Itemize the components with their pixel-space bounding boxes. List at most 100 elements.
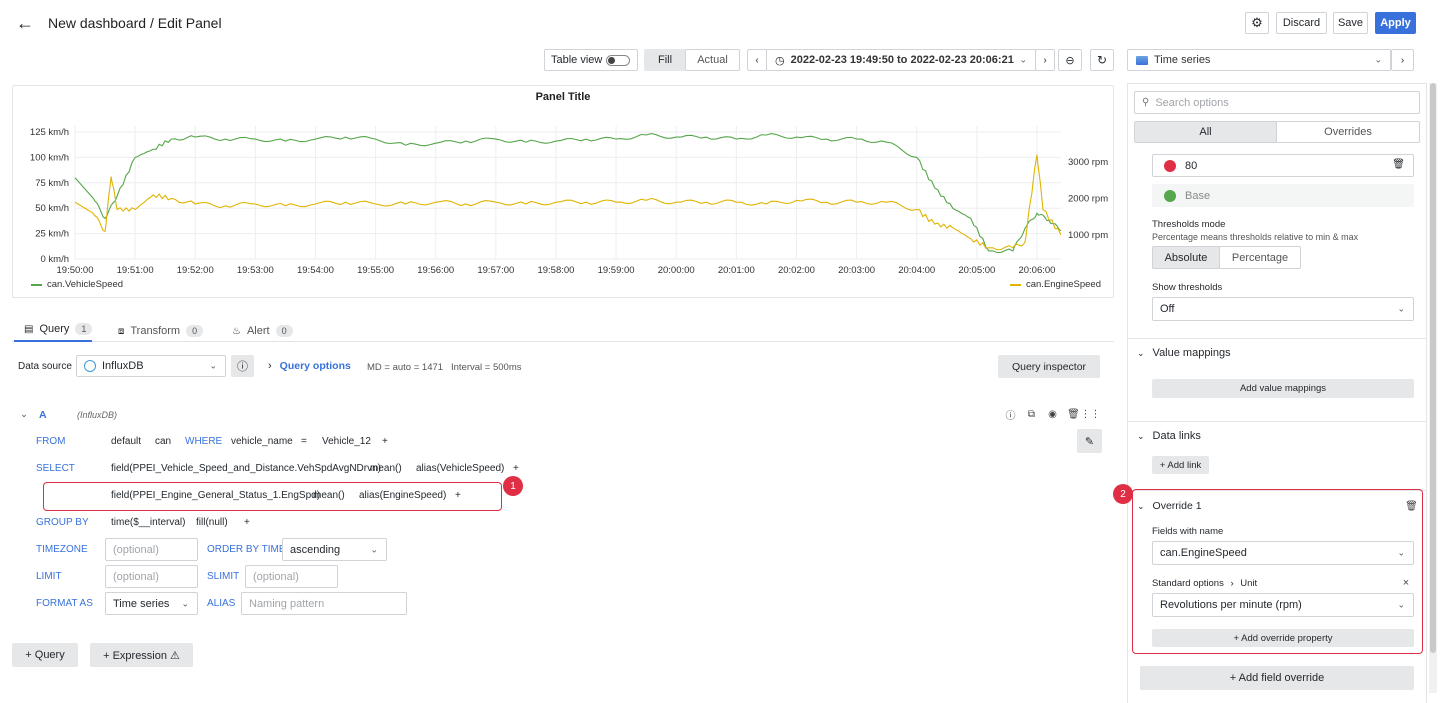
zoom-out-button[interactable]: ⊖ [1058, 49, 1082, 71]
query-inspector-button[interactable]: Query inspector [998, 355, 1100, 378]
add-where-button[interactable]: + [382, 436, 388, 447]
legend-engine-speed[interactable]: can.EngineSpeed [1009, 279, 1101, 290]
y-tick-label-left: 25 km/h [35, 229, 69, 240]
groupby-time[interactable]: time($__interval) [111, 517, 185, 528]
where-operator[interactable]: = [301, 436, 307, 447]
edit-raw-query-button[interactable]: ✎ [1077, 429, 1102, 453]
actual-button[interactable]: Actual [685, 49, 740, 71]
select-alias-1[interactable]: alias(VehicleSpeed) [416, 463, 504, 474]
settings-button[interactable]: ⚙ [1245, 12, 1269, 34]
query-ref[interactable]: A [39, 409, 47, 421]
slimit-input[interactable]: (optional) [245, 565, 338, 588]
chevron-down-icon: ⌄ [181, 598, 189, 608]
add-query-button[interactable]: + Query [12, 643, 78, 667]
data-source-select[interactable]: InfluxDB ⌄ [76, 355, 226, 377]
tab-transform[interactable]: ⧈ Transform 0 [118, 320, 204, 342]
tab-overrides[interactable]: Overrides [1276, 121, 1420, 143]
trash-icon[interactable]: 🗑 [1392, 159, 1405, 170]
threshold-value: 80 [1185, 159, 1198, 172]
format-as-keyword: FORMAT AS [36, 598, 93, 609]
trash-icon[interactable]: 🗑 [1067, 408, 1080, 421]
timezone-keyword: TIMEZONE [36, 544, 88, 555]
orderby-keyword: ORDER BY TIME [207, 544, 286, 555]
tab-query[interactable]: ▤ Query 1 [14, 320, 93, 342]
add-link-button[interactable]: + Add link [1152, 456, 1209, 474]
show-thresholds-select[interactable]: Off ⌄ [1152, 297, 1414, 321]
data-source-help-button[interactable]: ⓘ [231, 355, 254, 377]
threshold-row-red[interactable]: 80 🗑 [1152, 154, 1414, 177]
scrollbar[interactable] [1429, 83, 1437, 693]
refresh-button[interactable]: ↻ [1090, 49, 1114, 71]
thresholds-mode-label: Thresholds mode [1152, 219, 1226, 230]
select-field-1[interactable]: field(PPEI_Vehicle_Speed_and_Distance.Ve… [111, 463, 381, 474]
database-icon: ▤ [24, 323, 34, 335]
alias-input[interactable]: Naming pattern [241, 592, 407, 615]
x-tick-label: 19:56:00 [417, 265, 454, 276]
percentage-button[interactable]: Percentage [1219, 246, 1301, 269]
timezone-input[interactable]: (optional) [105, 538, 198, 561]
eye-icon[interactable]: ◉ [1046, 408, 1059, 421]
x-tick-label: 20:06:00 [1018, 265, 1055, 276]
select-aggregate-1[interactable]: mean() [370, 463, 402, 474]
from-measurement[interactable]: can [155, 436, 171, 447]
show-thresholds-label: Show thresholds [1152, 282, 1223, 293]
back-arrow-icon[interactable]: ← [14, 12, 36, 34]
time-series-chart[interactable]: 125 km/h 100 km/h 75 km/h 50 km/h 25 km/h 0 k… [13, 86, 1113, 297]
groupby-keyword: GROUP BY [36, 517, 89, 528]
query-options-toggle[interactable]: › Query options [268, 360, 351, 372]
fill-button[interactable]: Fill [644, 49, 686, 71]
chevron-right-icon: › [1400, 54, 1405, 66]
visualization-picker[interactable]: Time series ⌄ [1127, 49, 1391, 71]
thresholds-mode-desc: Percentage means thresholds relative to … [1152, 232, 1359, 242]
table-view-toggle[interactable]: Table view [544, 49, 638, 71]
where-key[interactable]: vehicle_name [231, 436, 293, 447]
time-range-label: 2022-02-23 19:49:50 to 2022-02-23 20:06:… [790, 54, 1014, 66]
add-groupby-button[interactable]: + [244, 517, 250, 528]
absolute-button[interactable]: Absolute [1152, 246, 1220, 269]
limit-keyword: LIMIT [36, 571, 62, 582]
tab-all[interactable]: All [1134, 121, 1277, 143]
query-options-label: Query options [279, 360, 351, 372]
add-expression-button[interactable]: + Expression ⚠ [90, 643, 193, 667]
influxdb-icon [84, 360, 96, 372]
tab-count: 1 [75, 323, 93, 335]
from-policy[interactable]: default [111, 436, 141, 447]
drag-handle-icon[interactable]: ⋮⋮ [1081, 408, 1101, 421]
threshold-color-red[interactable] [1164, 160, 1176, 172]
chevron-down-icon: ⌄ [1137, 431, 1145, 441]
add-value-mappings-button[interactable]: Add value mappings [1152, 379, 1414, 398]
groupby-fill[interactable]: fill(null) [196, 517, 228, 528]
collapse-query-icon[interactable]: ⌄ [18, 408, 30, 420]
toggle-switch[interactable] [606, 55, 630, 66]
options-collapse-button[interactable]: › [1391, 49, 1414, 71]
search-options-input[interactable]: ⚲ Search options [1134, 91, 1420, 114]
duplicate-icon[interactable]: ⧉ [1025, 408, 1038, 421]
save-button[interactable]: Save [1333, 12, 1368, 34]
chevron-right-icon: › [268, 360, 272, 372]
tab-label: Alert [246, 325, 270, 337]
format-as-select[interactable]: Time series ⌄ [105, 592, 198, 615]
threshold-color-green[interactable] [1164, 190, 1176, 202]
time-series-icon [1136, 55, 1148, 65]
zoom-out-icon: ⊖ [1065, 54, 1075, 67]
select-keyword: SELECT [36, 463, 75, 474]
data-links-header[interactable]: ⌄ Data links [1137, 430, 1201, 442]
chevron-down-icon: ⌄ [370, 544, 378, 554]
time-back-button[interactable]: ‹ [747, 49, 767, 71]
limit-input[interactable]: (optional) [105, 565, 198, 588]
orderby-select[interactable]: ascending ⌄ [282, 538, 387, 561]
legend-vehicle-speed[interactable]: can.VehicleSpeed [31, 279, 123, 290]
value-mappings-header[interactable]: ⌄ Value mappings [1137, 347, 1231, 359]
data-source-label: Data source [18, 361, 72, 372]
tab-alert[interactable]: ♨ Alert 0 [232, 320, 293, 342]
series-line-can-vehiclespeed [74, 133, 1062, 254]
help-icon[interactable]: ⓘ [1004, 408, 1017, 422]
where-value[interactable]: Vehicle_12 [322, 436, 371, 447]
apply-button[interactable]: Apply [1375, 12, 1416, 34]
time-forward-button[interactable]: › [1035, 49, 1055, 71]
time-range-picker[interactable]: ◷ 2022-02-23 19:49:50 to 2022-02-23 20:0… [766, 49, 1036, 71]
discard-button[interactable]: Discard [1276, 12, 1327, 34]
add-field-override-button[interactable]: + Add field override [1140, 666, 1414, 690]
add-select-part-1[interactable]: + [513, 463, 519, 474]
alias-keyword: ALIAS [207, 598, 236, 609]
